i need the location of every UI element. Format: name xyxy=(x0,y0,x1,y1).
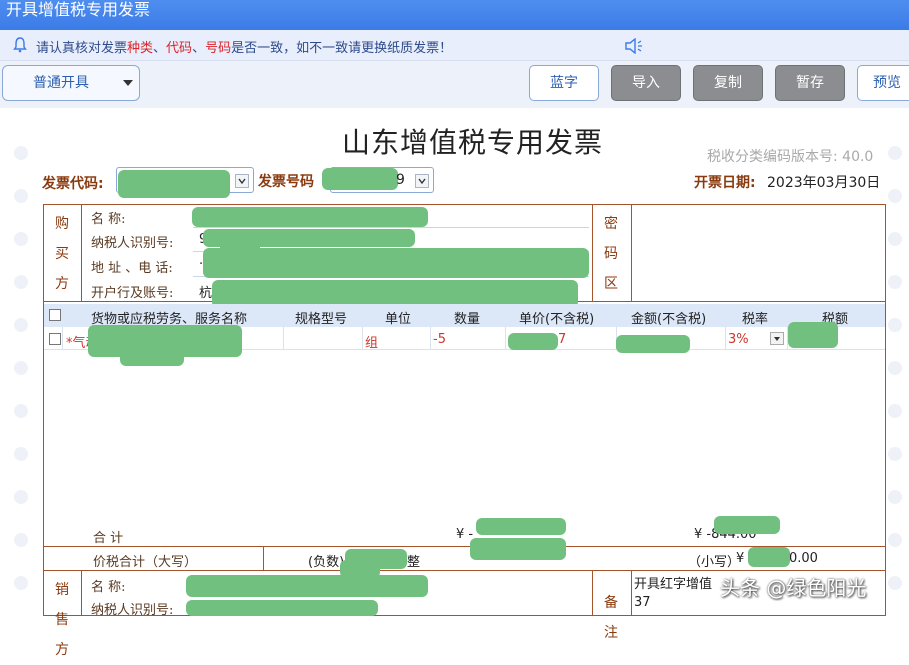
seller-tax-id-label: 纳税人识别号: xyxy=(91,603,174,618)
goods-table-header: 货物或应税劳务、服务名称 规格型号 单位 数量 单价(不含税) 金额(不含税) … xyxy=(44,304,885,327)
divider xyxy=(283,327,284,349)
issue-mode-value: 普通开具 xyxy=(33,75,89,91)
divider xyxy=(592,204,593,301)
issue-date-value: 2023年03月30日 xyxy=(767,175,881,191)
divider xyxy=(505,327,506,349)
divider xyxy=(430,327,431,349)
divider xyxy=(631,570,632,616)
redaction-mask xyxy=(192,207,428,227)
notice-bar: 请认真核对发票种类、代码、号码是否一致，如不一致请更换纸质发票！ xyxy=(0,30,909,61)
seller-name-label: 名 称: xyxy=(91,580,126,595)
total-label: 合 计 xyxy=(93,531,124,546)
price-tax-total-upper: (负数) xyxy=(308,555,345,570)
row-rate[interactable]: 3% xyxy=(728,332,749,347)
remark-line-2: 37 xyxy=(634,595,651,610)
binding-holes-left xyxy=(14,108,30,619)
col-amount: 金额(不含税) xyxy=(631,312,707,327)
col-rate: 税率 xyxy=(742,312,769,327)
version-label: 税收分类编码版本号: 40.0 xyxy=(707,149,874,165)
redaction-mask xyxy=(322,168,398,190)
notice-sep: 、 xyxy=(153,41,167,56)
redaction-mask xyxy=(476,518,566,535)
divider xyxy=(263,546,264,570)
redaction-mask xyxy=(508,333,558,350)
bell-icon xyxy=(13,37,27,53)
seller-side-label: 销售方 xyxy=(55,582,69,658)
divider xyxy=(631,204,632,301)
redaction-mask xyxy=(788,322,838,348)
notice-suffix: 是否一致，如不一致请更换纸质发票！ xyxy=(231,41,453,56)
invoice-number-label: 发票号码 xyxy=(258,174,314,190)
notice-number: 号码 xyxy=(205,41,232,56)
import-button[interactable]: 导入 xyxy=(611,65,681,101)
price-tax-total-lower-tail: 0.00 xyxy=(789,551,818,566)
divider xyxy=(43,570,886,571)
redaction-mask xyxy=(120,350,184,366)
tax-rate-select[interactable] xyxy=(770,332,784,345)
invoice-code-label: 发票代码: xyxy=(42,176,104,192)
redaction-mask xyxy=(118,170,230,198)
row-qty[interactable]: -5 xyxy=(433,332,446,347)
redaction-mask xyxy=(203,248,589,278)
redaction-mask xyxy=(470,538,566,560)
buyer-bank-value: 杭 xyxy=(199,286,213,301)
redaction-mask xyxy=(340,560,380,578)
remark-line-1: 开具红字增值 xyxy=(634,577,713,592)
issue-mode-select[interactable]: 普通开具 xyxy=(2,65,140,101)
toolbar: 普通开具 蓝字 导入 复制 暂存 预览 xyxy=(0,61,909,108)
price-tax-total-label: 价税合计（大写） xyxy=(93,555,198,570)
redaction-mask xyxy=(186,600,378,616)
binding-holes-right xyxy=(888,108,904,619)
invoice-number-tail: 9 xyxy=(396,172,405,188)
watermark: 头条 @绿色阳光 xyxy=(720,576,867,600)
preview-button[interactable]: 预览 xyxy=(857,65,909,101)
price-tax-total-lower-label: （小写） xyxy=(688,555,741,570)
save-draft-button[interactable]: 暂存 xyxy=(775,65,845,101)
chevron-down-icon xyxy=(123,80,133,86)
buyer-name-input[interactable] xyxy=(193,227,589,228)
buyer-bank-label: 开户行及账号: xyxy=(91,286,174,301)
col-price: 单价(不含税) xyxy=(519,312,595,327)
window-title: 开具增值税专用发票 xyxy=(0,0,909,30)
chevron-down-icon xyxy=(235,174,249,188)
col-spec: 规格型号 xyxy=(295,312,348,327)
buyer-address-label: 地 址 、电 话: xyxy=(91,261,173,276)
divider xyxy=(81,570,82,616)
divider xyxy=(81,204,82,301)
notice-sep: 、 xyxy=(192,41,206,56)
redaction-mask xyxy=(616,335,690,353)
buyer-name-label: 名 称: xyxy=(91,212,126,227)
select-all-checkbox[interactable] xyxy=(49,309,61,321)
buyer-side-label: 购买方 xyxy=(55,216,69,292)
divider xyxy=(62,327,63,349)
redaction-mask xyxy=(714,516,780,534)
remark-side-label: 备注 xyxy=(604,595,618,641)
blue-invoice-button[interactable]: 蓝字 xyxy=(529,65,599,101)
speaker-icon[interactable] xyxy=(624,38,644,54)
cipher-area-label: 密码区 xyxy=(604,216,618,292)
notice-code: 代码 xyxy=(166,41,193,56)
divider xyxy=(362,327,363,349)
notice-kind: 种类 xyxy=(127,41,154,56)
copy-button[interactable]: 复制 xyxy=(693,65,763,101)
buyer-tax-id-label: 纳税人识别号: xyxy=(91,236,174,251)
notice-text: 请认真核对发票种类、代码、号码是否一致，如不一致请更换纸质发票！ xyxy=(36,37,452,56)
redaction-mask xyxy=(748,547,790,567)
divider xyxy=(725,327,726,349)
chevron-down-icon xyxy=(415,174,429,188)
row-price[interactable]: 7 xyxy=(558,332,566,347)
price-tax-total-upper-suffix: 整 xyxy=(407,555,421,570)
divider xyxy=(592,570,593,616)
redaction-mask xyxy=(186,575,428,597)
issue-date-label: 开票日期: xyxy=(694,175,756,191)
row-checkbox[interactable] xyxy=(49,333,61,345)
invoice-title: 山东增值税专用发票 xyxy=(342,126,604,159)
col-qty: 数量 xyxy=(454,312,481,327)
col-unit: 单位 xyxy=(385,312,412,327)
notice-prefix: 请认真核对发票 xyxy=(36,41,128,56)
